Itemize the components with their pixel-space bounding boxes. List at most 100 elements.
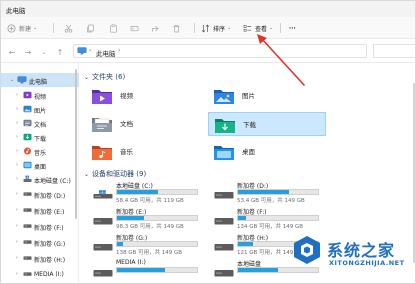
chevron-right-icon[interactable]: ›: [14, 148, 20, 154]
drive-tile-d[interactable]: 新加卷 (D:) 53.4 GB 可用，共 149 GB: [208, 180, 319, 204]
chevron-right-icon[interactable]: ›: [14, 134, 20, 140]
chevron-down-icon: ⌄: [227, 25, 232, 31]
more-options-button[interactable]: ···: [289, 22, 296, 34]
drive-usage-bar: [237, 189, 319, 195]
sidebar-item-label: 桌面: [34, 163, 47, 171]
video-folder-icon: [23, 91, 32, 99]
window-title: 此电脑: [6, 7, 26, 15]
folder-downloads[interactable]: 下载: [208, 112, 326, 136]
drive-tile-g[interactable]: 新加卷 (G:) 138 GB 可用，共 149 GB: [87, 232, 198, 256]
breadcrumb-this-pc[interactable]: 此电脑: [96, 48, 116, 58]
chevron-right-icon[interactable]: ›: [14, 255, 20, 261]
sidebar-item-drive-e[interactable]: › 新加卷 (E:): [1, 203, 79, 217]
watermark-title: 系统之家: [327, 241, 396, 260]
breadcrumb-separator-icon: ›: [89, 47, 92, 54]
watermark-subtitle: XITONGZHIJIA.NET: [329, 259, 405, 267]
chevron-right-icon[interactable]: ›: [14, 271, 20, 277]
view-button[interactable]: 查看 ⌄: [243, 22, 273, 34]
drive-tile-i[interactable]: MEDIA (I:): [87, 258, 198, 282]
documents-folder-icon: [23, 119, 32, 127]
pictures-folder-icon: [23, 105, 32, 113]
drive-tile-c[interactable]: 本地磁盘 (C:) 58.4 GB 可用，共 119 GB: [87, 180, 198, 204]
sidebar-item-label: MEDIA (I:): [34, 270, 64, 278]
share-button[interactable]: [151, 22, 160, 34]
recent-locations-button[interactable]: ⌄: [39, 47, 49, 57]
sidebar-item-drive-i[interactable]: › MEDIA (I:): [1, 267, 79, 281]
sidebar-item-drive-h[interactable]: › 新加卷 (H:): [1, 251, 79, 265]
drive-icon: [93, 270, 113, 277]
sidebar-item-drive-g[interactable]: › 新加卷 (G:): [1, 235, 79, 249]
desktop-folder-icon: [214, 146, 234, 160]
sidebar-item-drive-c[interactable]: › 本地磁盘 (C:): [1, 172, 79, 186]
sidebar-item-desktop[interactable]: › 桌面: [1, 158, 79, 172]
back-button[interactable]: ←: [7, 47, 17, 57]
paste-button[interactable]: [109, 22, 118, 34]
new-label: 新建: [19, 25, 32, 33]
sort-label: 排序: [213, 25, 226, 33]
folder-music[interactable]: 音乐: [86, 140, 204, 164]
cut-button[interactable]: [64, 22, 73, 34]
address-bar[interactable]: › 此电脑 ›: [73, 44, 367, 58]
folder-name: 视频: [120, 92, 133, 100]
group-header-label: 设备和驱动器 (9): [92, 170, 147, 178]
sidebar-item-videos[interactable]: › 视频: [1, 88, 79, 102]
sidebar-scrollbar[interactable]: [75, 69, 77, 219]
folders-group-header[interactable]: ⌄ 文件夹 (6): [84, 72, 125, 82]
drive-tile-e[interactable]: 新加卷 (E:) 98.3 GB 可用，共 149 GB: [87, 206, 198, 230]
view-icon: [243, 24, 251, 31]
sidebar-item-downloads[interactable]: › 下载: [1, 130, 79, 144]
sort-button[interactable]: 排序 ⌄: [201, 22, 231, 34]
sidebar-item-label: 新加卷 (H:): [34, 256, 66, 264]
sidebar-item-documents[interactable]: › 文档: [1, 116, 79, 130]
documents-folder-icon: [92, 118, 112, 132]
chevron-right-icon[interactable]: ›: [14, 162, 20, 168]
toolbar-divider: [53, 23, 54, 33]
up-button[interactable]: ↑: [55, 47, 65, 57]
chevron-down-icon: ⌄: [41, 48, 47, 56]
sidebar-item-pictures[interactable]: › 图片: [1, 102, 79, 116]
folder-desktop[interactable]: 桌面: [208, 140, 326, 164]
paste-icon: [110, 24, 117, 33]
forward-button[interactable]: →: [23, 47, 33, 57]
chevron-right-icon[interactable]: ›: [14, 223, 20, 229]
toolbar-divider: [280, 23, 281, 33]
downloads-folder-icon: [215, 119, 235, 133]
windows-drive-icon: [23, 175, 32, 182]
folder-pictures[interactable]: 图片: [208, 84, 326, 108]
rename-icon: [130, 25, 139, 31]
chevron-right-icon[interactable]: ›: [14, 120, 20, 126]
rename-button[interactable]: [130, 22, 139, 34]
search-input[interactable]: [373, 44, 415, 58]
folder-name: 下载: [243, 121, 256, 129]
chevron-right-icon[interactable]: ›: [14, 106, 20, 112]
sidebar-item-drive-d[interactable]: › 新加卷 (D:): [1, 187, 79, 201]
drive-usage-fill: [117, 242, 123, 246]
watermark-logo-icon: [294, 236, 320, 264]
folder-documents[interactable]: 文档: [86, 112, 204, 136]
music-folder-icon: [24, 147, 31, 155]
chevron-right-icon[interactable]: ›: [14, 176, 20, 182]
drive-usage-fill: [238, 190, 290, 194]
drives-group-header[interactable]: ⌄ 设备和驱动器 (9): [84, 169, 146, 179]
drive-usage-fill: [238, 268, 278, 272]
chevron-down-icon[interactable]: ⌄: [9, 77, 15, 83]
chevron-right-icon[interactable]: ›: [14, 191, 20, 197]
chevron-right-icon[interactable]: ›: [14, 239, 20, 245]
new-button[interactable]: 新建 ⌄: [7, 22, 37, 34]
drive-icon: [23, 208, 32, 212]
sidebar-item-this-pc[interactable]: ⌄ 此电脑: [1, 73, 79, 87]
chevron-right-icon[interactable]: ›: [14, 92, 20, 98]
delete-button[interactable]: [172, 22, 181, 34]
drive-icon: [23, 192, 32, 196]
drive-icon: [214, 218, 234, 225]
drive-icon: [23, 224, 32, 228]
folder-videos[interactable]: 视频: [86, 84, 204, 108]
pictures-folder-icon: [214, 90, 234, 104]
sidebar-item-label: 音乐: [34, 149, 47, 157]
view-label: 查看: [255, 25, 268, 33]
drive-tile-f[interactable]: 新加卷 (F:) 134 GB 可用，共 149 GB: [208, 206, 319, 230]
copy-button[interactable]: [86, 22, 95, 34]
chevron-right-icon[interactable]: ›: [14, 207, 20, 213]
sidebar-item-music[interactable]: › 音乐: [1, 144, 79, 158]
sidebar-item-drive-f[interactable]: › 新加卷 (F:): [1, 219, 79, 233]
